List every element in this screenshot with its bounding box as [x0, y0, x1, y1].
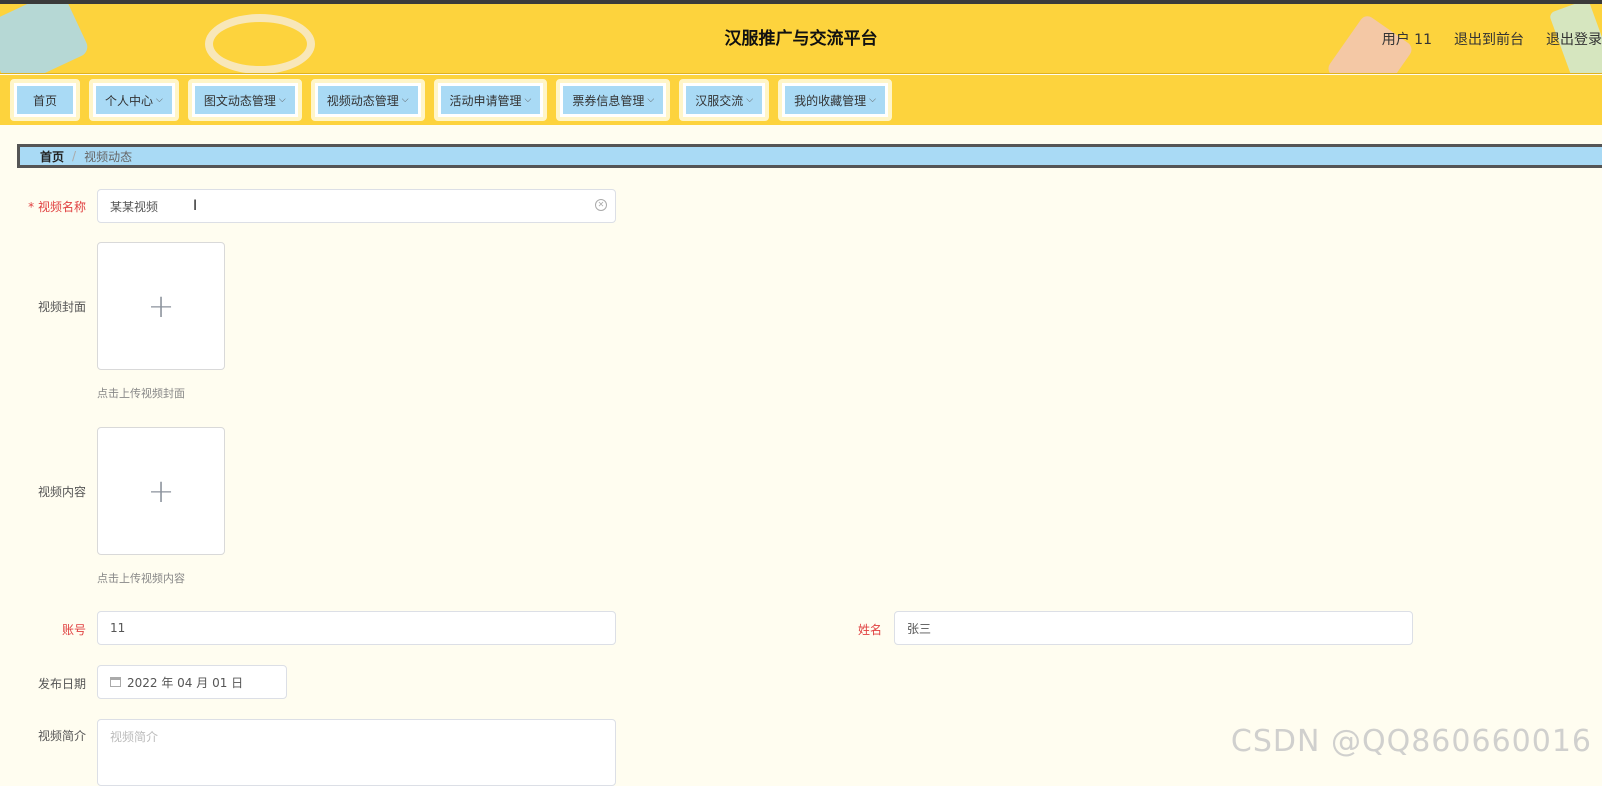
publish-date-picker[interactable]: 2022 年 04 月 01 日 — [97, 665, 287, 699]
video-name-input[interactable]: 某某视频 ✕ — [97, 189, 616, 223]
realname-input[interactable]: 张三 — [894, 611, 1413, 645]
nav-ticket-manage[interactable]: 票券信息管理 ⌵ — [556, 79, 671, 121]
realname-label: 姓名 — [857, 623, 882, 637]
video-cover-label: 视频封面 — [37, 300, 86, 314]
publish-date-label: 发布日期 — [37, 677, 86, 691]
chevron-down-icon: ⌵ — [156, 95, 163, 105]
nav-personal-center[interactable]: 个人中心 ⌵ — [89, 79, 179, 121]
video-cover-tip: 点击上传视频封面 — [97, 387, 185, 400]
chevron-down-icon: ⌵ — [524, 95, 532, 105]
account-input[interactable]: 11 — [97, 611, 616, 645]
clear-icon[interactable]: ✕ — [595, 199, 607, 211]
breadcrumb: 首页 / 视频动态 — [17, 144, 1602, 168]
nav-label: 图文动态管理 — [203, 93, 276, 108]
nav-label: 汉服交流 — [695, 93, 744, 108]
video-content-uploader[interactable]: + — [97, 427, 225, 555]
site-header: 汉服推广与交流平台 用户 11 退出到前台 退出登录 — [0, 4, 1602, 74]
nav-activity-manage[interactable]: 活动申请管理 ⌵ — [433, 79, 548, 121]
current-user: 用户 11 — [1381, 32, 1432, 48]
publish-date-value: 2022 年 04 月 01 日 — [127, 675, 244, 690]
watermark: CSDN @QQ860660016 — [1230, 724, 1592, 759]
chevron-down-icon: ⌵ — [278, 95, 286, 105]
plus-icon: + — [147, 472, 175, 510]
nav-label: 活动申请管理 — [449, 93, 522, 108]
account-label: 账号 — [61, 623, 86, 637]
nav-article-manage[interactable]: 图文动态管理 ⌵ — [187, 79, 302, 121]
main-nav: 首页 个人中心 ⌵ 图文动态管理 ⌵ 视频动态管理 ⌵ 活动申请管理 ⌵ 票券信息管理 ⌵… — [0, 75, 1602, 125]
video-cover-uploader[interactable]: + — [97, 242, 225, 370]
video-intro-textarea[interactable]: 视频简介 — [97, 719, 616, 786]
video-name-label: * 视频名称 — [28, 200, 86, 214]
calendar-icon — [110, 677, 121, 687]
nav-label: 我的收藏管理 — [794, 93, 867, 108]
logout-link[interactable]: 退出登录 — [1546, 29, 1602, 49]
chevron-down-icon: ⌵ — [746, 95, 754, 105]
nav-hanfu-exchange[interactable]: 汉服交流 ⌵ — [679, 79, 770, 121]
nav-video-manage[interactable]: 视频动态管理 ⌵ — [310, 79, 425, 121]
nav-favorites-manage[interactable]: 我的收藏管理 ⌵ — [778, 79, 892, 121]
site-title: 汉服推广与交流平台 — [724, 29, 878, 49]
text-cursor-icon: I — [193, 198, 198, 214]
video-intro-label: 视频简介 — [37, 729, 86, 743]
realname-value: 张三 — [907, 621, 932, 636]
video-content-tip: 点击上传视频内容 — [97, 572, 185, 585]
chevron-down-icon: ⌵ — [869, 95, 876, 105]
breadcrumb-current: 视频动态 — [84, 149, 133, 164]
user-links: 用户 11 退出到前台 退出登录 — [1381, 4, 1602, 73]
nav-label: 票券信息管理 — [572, 93, 645, 108]
video-intro-placeholder: 视频简介 — [110, 730, 159, 744]
nav-label: 首页 — [32, 93, 57, 108]
video-name-value: 某某视频 — [110, 199, 159, 214]
breadcrumb-separator: / — [72, 149, 77, 163]
account-value: 11 — [110, 621, 126, 635]
breadcrumb-home[interactable]: 首页 — [40, 148, 64, 165]
back-to-front-link[interactable]: 退出到前台 — [1454, 29, 1524, 49]
chevron-down-icon: ⌵ — [647, 95, 655, 105]
plus-icon: + — [147, 287, 175, 325]
nav-label: 视频动态管理 — [326, 93, 399, 108]
chevron-down-icon: ⌵ — [401, 95, 409, 105]
nav-home[interactable]: 首页 — [10, 79, 80, 121]
video-content-label: 视频内容 — [37, 485, 86, 499]
nav-label: 个人中心 — [105, 93, 154, 108]
